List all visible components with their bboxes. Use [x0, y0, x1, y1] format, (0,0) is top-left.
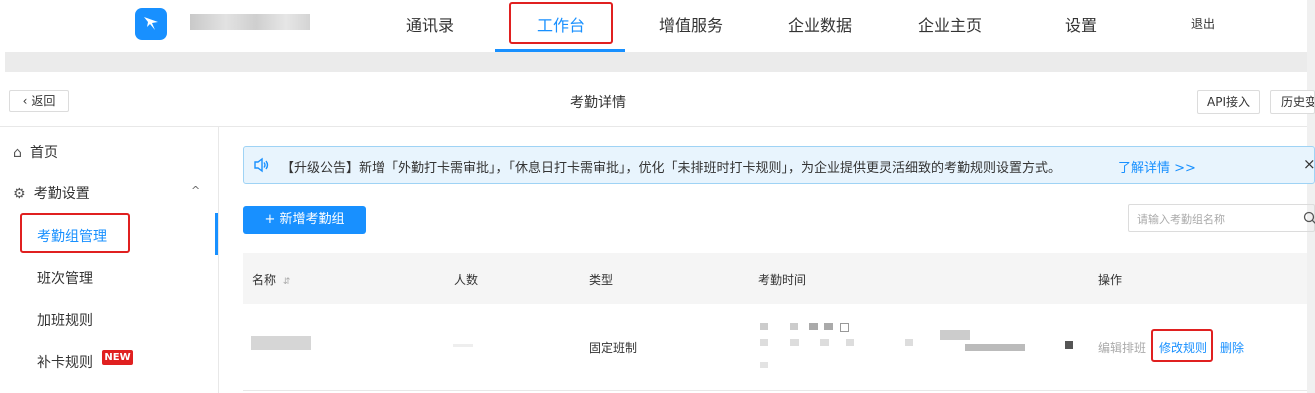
company-name-redacted [190, 14, 310, 30]
notice-text: 【升级公告】新增「外勤打卡需审批」，「休息日打卡需审批」，优化「未排班时打卡规则… [281, 161, 1062, 176]
api-access-button[interactable]: API接入 [1197, 90, 1260, 114]
new-badge: NEW [102, 350, 133, 365]
sidebar-item-overtime[interactable]: 加班规则 [37, 310, 93, 330]
chevron-up-icon[interactable]: ^ [191, 184, 200, 197]
upgrade-notice-banner: 【升级公告】新增「外勤打卡需审批」，「休息日打卡需审批」，优化「未排班时打卡规则… [243, 146, 1315, 184]
redacted-mark [1065, 341, 1073, 349]
sidebar-active-indicator [215, 213, 218, 255]
chevron-left-icon: ‹ [22, 94, 28, 108]
column-header-name[interactable]: 名称 ⇵ [252, 271, 290, 288]
back-label: 返回 [31, 94, 56, 108]
scrollbar-track[interactable] [1307, 0, 1315, 393]
attendance-time-redacted [760, 322, 1110, 372]
speaker-icon [253, 156, 271, 178]
home-icon: ⌂ [13, 145, 22, 161]
edit-schedule-link[interactable]: 编辑排班 [1098, 339, 1146, 356]
page-title: 考勤详情 [570, 95, 626, 111]
notice-learn-more-link[interactable]: 了解详情 >> [1118, 157, 1196, 176]
sort-icon[interactable]: ⇵ [283, 277, 291, 287]
highlight-box-attendance-groups [20, 213, 130, 253]
sidebar-item-home[interactable]: ⌂ 首页 [13, 142, 58, 162]
history-button[interactable]: 历史变 [1270, 90, 1315, 114]
table-header: 名称 ⇵ 人数 类型 考勤时间 操作 [243, 253, 1307, 304]
highlight-box-modify-rules [1151, 329, 1213, 362]
add-attendance-group-button[interactable]: + 新增考勤组 [243, 206, 366, 234]
column-header-type: 类型 [589, 273, 614, 287]
nav-enterprise-home[interactable]: 企业主页 [918, 12, 982, 36]
sidebar-group-attendance-settings[interactable]: ⚙ 考勤设置 [13, 183, 90, 203]
logout-link[interactable]: 退出 [1191, 15, 1215, 32]
sidebar-group-label: 考勤设置 [33, 186, 90, 202]
header-divider-band [5, 52, 1315, 72]
search-icon[interactable] [1303, 211, 1315, 229]
member-count-redacted [453, 344, 473, 347]
nav-value-added[interactable]: 增值服务 [659, 12, 723, 36]
close-icon[interactable]: × [1303, 155, 1315, 173]
column-header-label: 名称 [252, 273, 277, 287]
column-header-count: 人数 [454, 273, 479, 287]
highlight-box-workbench [509, 2, 613, 44]
column-header-actions: 操作 [1098, 273, 1123, 287]
dingtalk-logo-icon[interactable] [135, 8, 167, 40]
search-box [1128, 204, 1315, 232]
search-input[interactable] [1135, 209, 1299, 229]
nav-contacts[interactable]: 通讯录 [406, 12, 454, 36]
nav-enterprise-data[interactable]: 企业数据 [788, 12, 852, 36]
back-button[interactable]: ‹ 返回 [9, 90, 69, 112]
group-type: 固定班制 [589, 341, 638, 355]
sidebar-item-shifts[interactable]: 班次管理 [37, 268, 93, 288]
sidebar-item-label: 首页 [30, 145, 59, 161]
settings-group-icon: ⚙ [13, 186, 26, 202]
delete-link[interactable]: 删除 [1220, 339, 1244, 356]
group-name-redacted [251, 336, 311, 350]
sidebar-item-makeup-punch[interactable]: 补卡规则 [37, 352, 93, 372]
column-header-time: 考勤时间 [758, 273, 807, 287]
top-nav: 通讯录 工作台 增值服务 企业数据 企业主页 设置 退出 [0, 0, 1315, 52]
nav-settings[interactable]: 设置 [1065, 12, 1097, 36]
table-row: 固定班制 编辑排班 修改规则 删除 [243, 304, 1307, 391]
